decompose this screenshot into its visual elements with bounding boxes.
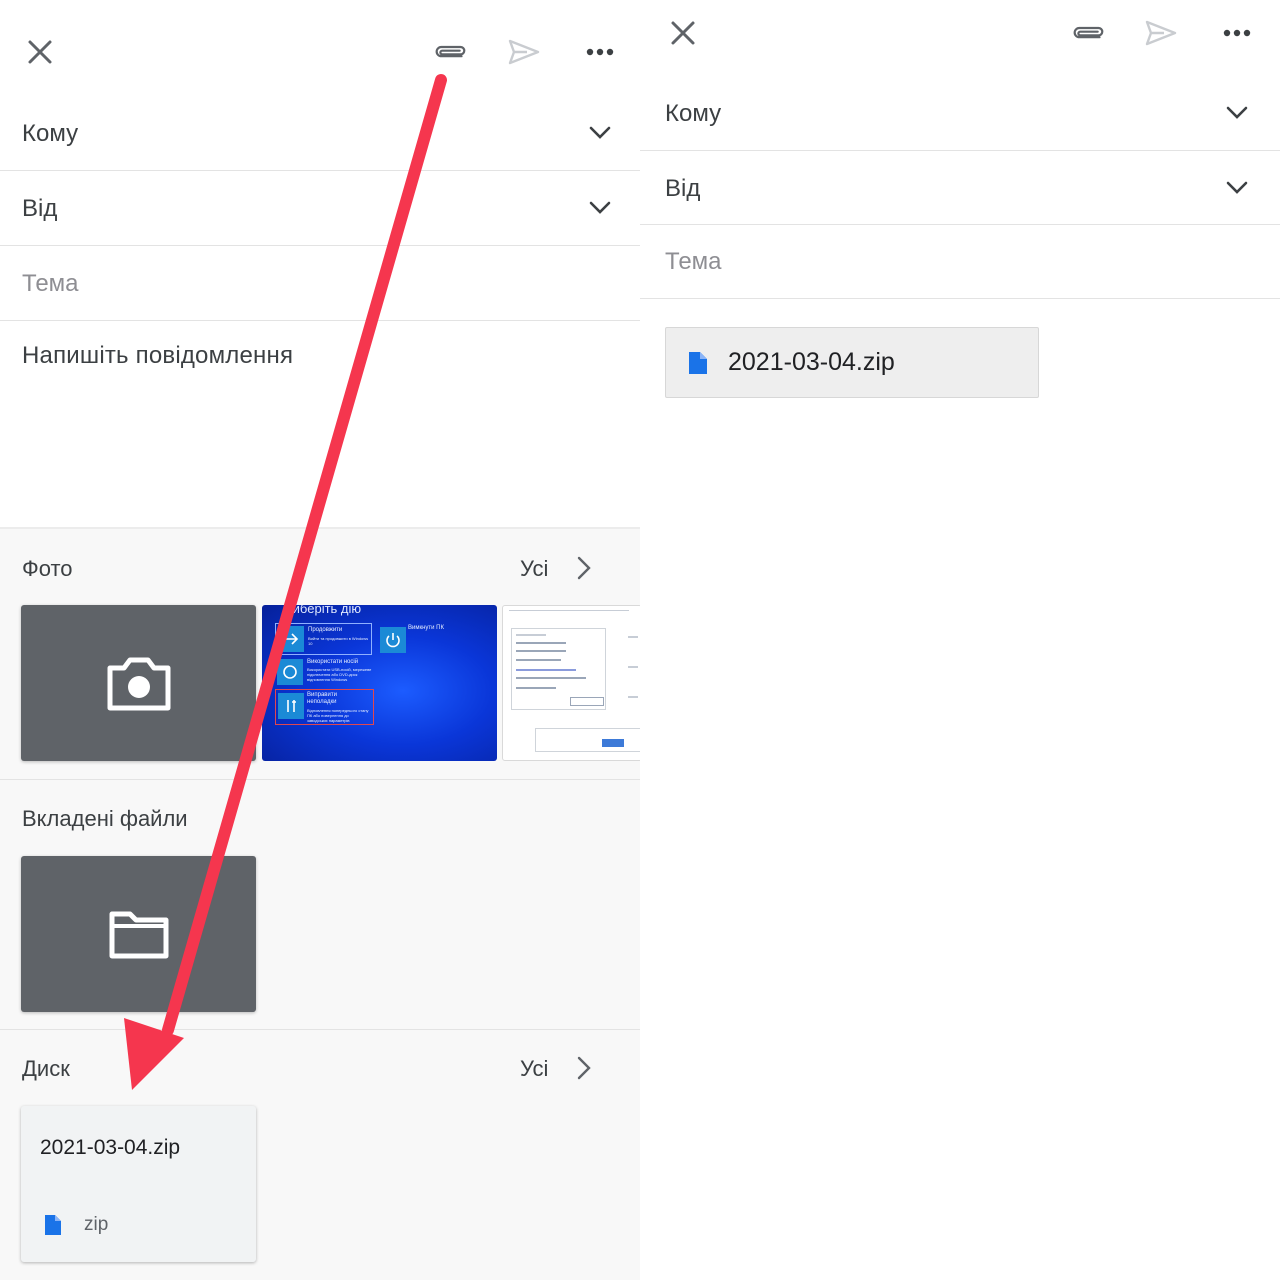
from-field[interactable]: Від [640,151,1280,225]
file-icon [43,1213,63,1242]
send-icon[interactable] [506,36,542,68]
divider [0,779,640,780]
camera-tile[interactable] [21,605,256,761]
chevron-down-icon[interactable] [1225,105,1249,126]
from-label: Від [665,175,701,202]
folder-icon [109,911,168,959]
disc-icon [277,659,303,685]
attachments-section-title: Вкладені файли [22,806,188,831]
more-options-icon[interactable] [582,36,618,68]
more-options-icon[interactable] [1219,17,1255,49]
camera-icon [107,657,170,711]
option-continue: Продовжити Вийти та продовжити в Windows… [275,623,372,655]
subject-field[interactable]: Тема [0,246,640,321]
attach-icon[interactable] [428,36,472,68]
attach-icon[interactable] [1066,17,1110,49]
close-icon[interactable] [24,36,56,68]
subject-placeholder: Тема [22,270,79,297]
chevron-right-icon[interactable] [574,1054,594,1082]
power-icon [380,627,406,653]
from-label: Від [22,195,58,222]
photos-section-title: Фото [22,556,73,581]
chevron-down-icon[interactable] [588,125,612,146]
from-field[interactable]: Від [0,171,640,246]
file-icon [687,350,709,381]
subject-placeholder: Тема [665,248,722,275]
thumbnail-title: Виберіть дію [284,605,362,616]
drive-section-title: Диск [22,1056,70,1081]
to-field[interactable]: Кому [0,96,640,171]
subject-field[interactable]: Тема [640,225,1280,299]
photo-thumbnail-document[interactable] [502,605,640,761]
document-form [511,628,606,710]
to-field[interactable]: Кому [640,76,1280,151]
chevron-right-icon[interactable] [574,554,594,582]
photo-thumbnail-windows-recovery[interactable]: Виберіть дію Продовжити Вийти та продовж… [262,605,497,761]
drive-see-all[interactable]: Усі [520,1056,548,1082]
attachment-name: 2021-03-04.zip [728,348,895,376]
compose-panel-with-picker: Кому Від Тема Напишіть повідомлення Фото… [0,0,640,1280]
photos-see-all[interactable]: Усі [520,556,548,582]
option-use-device: Використати носій Використати USB-носій,… [275,657,375,687]
files-tile[interactable] [21,856,256,1012]
drive-file-ext: zip [84,1214,109,1235]
drive-file-card[interactable]: 2021-03-04.zip zip [21,1106,256,1262]
message-body-input[interactable]: Напишіть повідомлення [22,342,293,370]
tools-icon [278,693,304,719]
compose-panel-with-attachment: Кому Від Тема 2021-03-04.zip [640,0,1280,1280]
divider [0,1029,640,1030]
option-troubleshoot: Виправити неполадки Відновлення попередн… [275,689,374,725]
close-icon[interactable] [667,17,699,49]
chevron-down-icon[interactable] [1225,180,1249,201]
send-icon[interactable] [1143,17,1179,49]
option-shutdown: Вимкнути ПК [378,625,488,655]
chevron-down-icon[interactable] [588,200,612,221]
to-label: Кому [22,120,79,147]
attachment-chip[interactable]: 2021-03-04.zip [665,327,1039,398]
drive-file-name: 2021-03-04.zip [40,1136,181,1159]
document-footer-box [535,728,640,752]
arrow-right-icon [278,626,304,652]
to-label: Кому [665,100,722,127]
